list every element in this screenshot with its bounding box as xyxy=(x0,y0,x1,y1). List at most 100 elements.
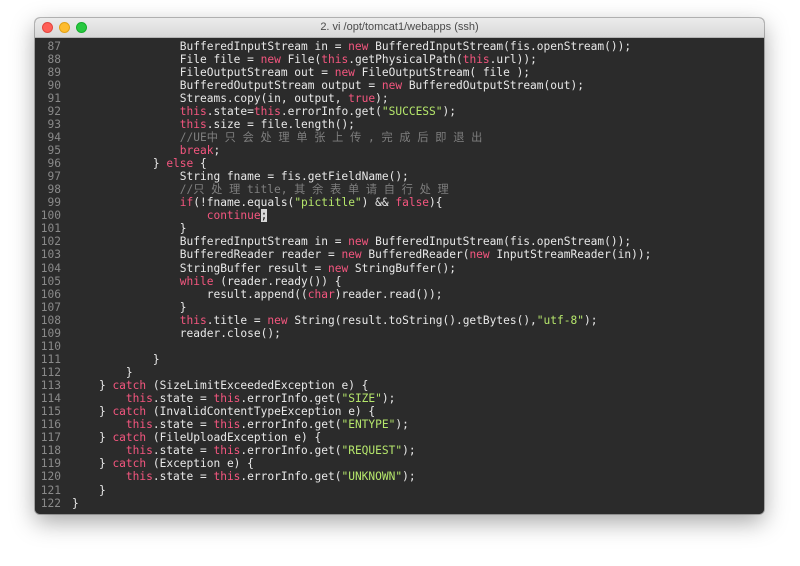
code-token: char xyxy=(307,287,335,301)
code-line: 121 } xyxy=(35,484,764,497)
line-number: 92 xyxy=(47,104,61,118)
code-token: "SUCCESS" xyxy=(381,104,443,118)
code-line: 95 break; xyxy=(35,144,764,157)
code-token: (InvalidContentTypeException e) { xyxy=(146,405,376,419)
code-token: BufferedReader( xyxy=(361,248,470,262)
code-token: } xyxy=(98,405,113,419)
vi-editor[interactable]: 87 BufferedInputStream in = new Buffered… xyxy=(35,38,764,514)
code-line: 117 } catch (FileUploadException e) { xyxy=(35,431,764,444)
code-token: ){ xyxy=(429,196,443,210)
code-token: "SIZE" xyxy=(341,392,382,406)
code-token: .errorInfo.get( xyxy=(240,470,342,484)
code-token: true xyxy=(348,91,376,105)
code-token: this xyxy=(179,104,207,118)
code-token: BufferedInputStream(fis.openStream()); xyxy=(368,235,632,249)
code-token: } xyxy=(179,222,187,236)
code-token: (reader.ready()) { xyxy=(213,274,342,288)
code-token: new xyxy=(267,313,288,327)
code-token: .errorInfo.get( xyxy=(280,104,382,118)
code-token: } xyxy=(98,379,113,393)
code-text: } xyxy=(72,497,79,510)
code-token: false xyxy=(395,196,430,210)
code-text: } catch (InvalidContentTypeException e) … xyxy=(72,405,375,418)
code-token: new xyxy=(334,65,355,79)
line-number: 115 xyxy=(40,405,61,419)
code-token: "pictitle" xyxy=(294,196,362,210)
code-text: } xyxy=(72,222,187,235)
code-token: .state = xyxy=(152,444,214,458)
code-token: new xyxy=(348,39,369,53)
line-number: 111 xyxy=(40,352,61,366)
code-token: } xyxy=(179,300,187,314)
code-token: } xyxy=(98,483,106,497)
line-number: 117 xyxy=(40,431,61,445)
line-number: 109 xyxy=(40,326,61,340)
code-token: "ENTYPE" xyxy=(341,418,396,432)
code-line: 99 if(!fname.equals("pictitle") && false… xyxy=(35,196,764,209)
code-text: File file = new File(this.getPhysicalPat… xyxy=(72,53,537,66)
line-number: 101 xyxy=(40,222,61,236)
code-token: } xyxy=(72,496,79,510)
code-token: StringBuffer result = xyxy=(179,261,328,275)
terminal-window: 2. vi /opt/tomcat1/webapps (ssh) 87 Buff… xyxy=(35,18,764,514)
code-token: if xyxy=(179,196,194,210)
code-text: this.title = new String(result.toString(… xyxy=(72,313,598,327)
line-number: 103 xyxy=(40,248,61,262)
code-token: .state= xyxy=(206,104,254,118)
code-token: catch xyxy=(112,405,147,419)
code-token: catch xyxy=(112,379,147,393)
code-line: 122} xyxy=(35,497,764,510)
code-token: .size = file.length(); xyxy=(206,117,355,131)
code-token: ); xyxy=(381,392,396,406)
code-token: ); xyxy=(402,470,416,484)
code-text: } xyxy=(72,353,160,366)
line-number: 95 xyxy=(47,143,61,157)
code-token: } xyxy=(152,157,167,171)
code-text: this.size = file.length(); xyxy=(72,118,355,131)
code-line: 103 BufferedReader reader = new Buffered… xyxy=(35,248,764,261)
code-token: result.append(( xyxy=(206,287,308,301)
code-token: while xyxy=(179,274,214,288)
code-token: this xyxy=(253,104,281,118)
code-token: } xyxy=(152,352,160,366)
code-text: this.state = this.errorInfo.get("ENTYPE"… xyxy=(72,418,409,431)
code-token: BufferedInputStream in = xyxy=(179,39,349,53)
code-line: 111 } xyxy=(35,353,764,366)
code-token: this xyxy=(179,313,207,327)
code-token: InputStreamReader(in)); xyxy=(489,248,652,262)
code-token: ); xyxy=(583,313,598,327)
code-token: "UNKNOWN" xyxy=(341,470,403,484)
code-token: String(result.toString().getBytes(), xyxy=(287,313,537,327)
code-token: .url)); xyxy=(489,52,537,66)
line-number: 113 xyxy=(40,379,61,393)
code-token: String fname = fis.getFieldName(); xyxy=(179,170,409,184)
code-token: .state = xyxy=(152,392,214,406)
code-line: 114 this.state = this.errorInfo.get("SIZ… xyxy=(35,392,764,405)
code-token: BufferedReader reader = xyxy=(179,248,342,262)
code-token: .state = xyxy=(152,418,214,432)
code-line: 115 } catch (InvalidContentTypeException… xyxy=(35,405,764,418)
line-number: 119 xyxy=(40,457,61,471)
code-line: 94 //UE中 只 会 处 理 单 张 上 传 , 完 成 后 即 退 出 xyxy=(35,131,764,144)
code-text: this.state = this.errorInfo.get("UNKNOWN… xyxy=(72,470,416,483)
code-token: continue xyxy=(206,209,261,223)
code-text: BufferedReader reader = new BufferedRead… xyxy=(72,248,652,262)
code-token: .errorInfo.get( xyxy=(240,418,342,432)
line-number: 118 xyxy=(40,444,61,458)
code-line: 104 StringBuffer result = new StringBuff… xyxy=(35,262,764,275)
code-text: continue; xyxy=(72,209,268,223)
line-number: 89 xyxy=(47,65,61,79)
code-token: new xyxy=(260,52,281,66)
code-token: "REQUEST" xyxy=(341,444,403,458)
line-number: 107 xyxy=(40,300,61,314)
line-number: 120 xyxy=(40,470,61,484)
code-token: (SizeLimitExceededException e) { xyxy=(146,379,369,393)
code-text: BufferedInputStream in = new BufferedInp… xyxy=(72,40,631,53)
code-token: FileOutputStream out = xyxy=(179,65,335,79)
code-token: BufferedInputStream(fis.openStream()); xyxy=(368,39,632,53)
code-line: 112 } xyxy=(35,366,764,379)
code-text: result.append((char)reader.read()); xyxy=(72,288,443,301)
code-token: catch xyxy=(112,431,147,445)
code-token: FileOutputStream( file ); xyxy=(354,65,531,79)
code-line: 88 File file = new File(this.getPhysical… xyxy=(35,53,764,66)
